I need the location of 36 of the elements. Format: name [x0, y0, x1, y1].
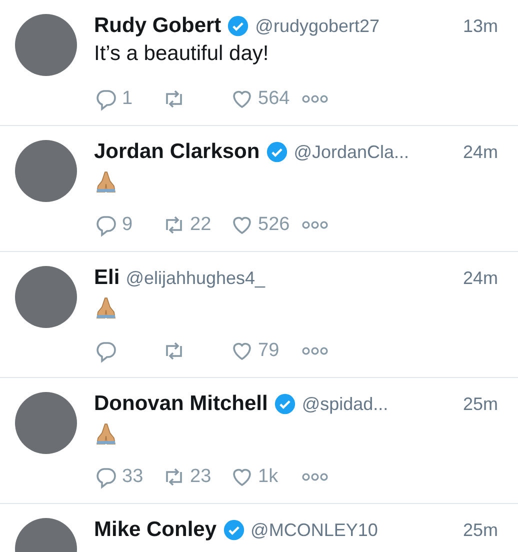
reply-icon[interactable]: [94, 465, 118, 489]
user-name[interactable]: Mike Conley: [94, 518, 217, 542]
user-name[interactable]: Eli: [94, 266, 120, 290]
praying-hands-icon: [94, 422, 118, 446]
like-count: 526: [258, 214, 290, 236]
reply-icon[interactable]: [94, 339, 118, 363]
tweet-text: It’s a beautiful day!: [94, 42, 270, 66]
reply-icon[interactable]: [94, 213, 118, 237]
tweet-time: 24m: [462, 268, 498, 288]
retweet-count: 23: [190, 466, 212, 488]
reply-count: 9: [122, 214, 133, 236]
like-count: 1k: [258, 466, 278, 488]
tweet-time: 25m: [462, 520, 498, 540]
user-name[interactable]: Donovan Mitchell: [94, 392, 268, 416]
user-name[interactable]: Jordan Clarkson: [94, 140, 260, 164]
more-icon[interactable]: [302, 346, 328, 356]
reply-icon[interactable]: [94, 87, 118, 111]
reply-count: 1: [122, 88, 133, 110]
like-count: 79: [258, 340, 280, 362]
praying-hands-icon: [94, 296, 118, 320]
more-icon[interactable]: [302, 94, 328, 104]
user-handle[interactable]: @MCONLEY10: [250, 520, 378, 540]
praying-hands-icon: [94, 170, 118, 194]
tweet-time: 24m: [462, 142, 498, 162]
user-handle[interactable]: @spidad...: [302, 394, 388, 414]
user-handle[interactable]: @JordanCla...: [294, 142, 410, 162]
tweet-time: 13m: [462, 16, 498, 36]
user-name[interactable]: Rudy Gobert: [94, 14, 222, 38]
more-icon[interactable]: [302, 220, 328, 230]
like-count: 564: [258, 88, 290, 110]
tweet-time: 25m: [462, 394, 498, 414]
retweet-count: 22: [190, 214, 212, 236]
user-handle[interactable]: @elijahhughes4_: [126, 268, 266, 288]
reply-count: 33: [122, 466, 144, 488]
more-icon[interactable]: [302, 472, 328, 482]
user-handle[interactable]: @rudygobert27: [255, 16, 380, 36]
